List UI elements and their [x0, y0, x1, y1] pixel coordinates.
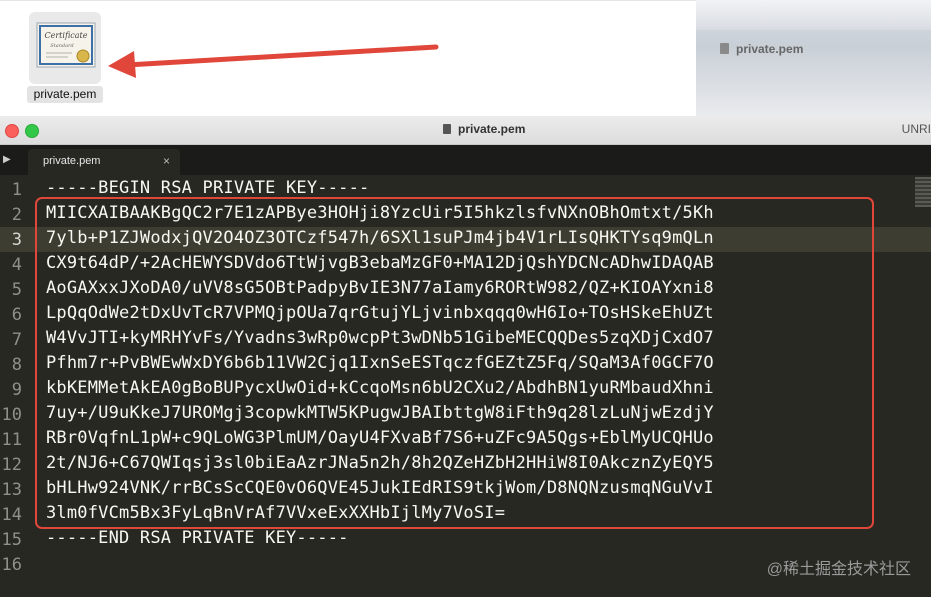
line-number: 14: [1, 505, 22, 525]
line-number: 9: [11, 380, 22, 400]
document-icon: [720, 43, 729, 54]
watermark: @稀土掘金技术社区: [766, 561, 911, 578]
code-line: -----END RSA PRIVATE KEY-----: [46, 528, 349, 548]
tab-bar: ▶ private.pem ×: [0, 145, 931, 175]
finder-window: Certificate Standard private.pem: [0, 0, 696, 117]
status-text: UNRI: [901, 122, 931, 136]
document-icon: [443, 124, 451, 134]
line-number: 13: [1, 480, 22, 500]
line-number: 7: [11, 330, 22, 350]
close-icon[interactable]: ×: [163, 154, 170, 168]
line-number: 12: [1, 455, 22, 475]
close-window-button[interactable]: [5, 124, 19, 138]
pem-file-icon[interactable]: Certificate Standard: [29, 12, 101, 84]
line-number: 6: [11, 305, 22, 325]
zoom-window-button[interactable]: [25, 124, 39, 138]
background-window-toolbar: [696, 0, 931, 30]
line-number: 2: [11, 205, 22, 225]
certificate-icon: Certificate Standard: [36, 22, 96, 68]
background-window: private.pem: [696, 0, 931, 116]
editor-titlebar: private.pem UNRI: [0, 116, 931, 145]
line-number: 16: [1, 555, 22, 575]
line-number: 5: [11, 280, 22, 300]
line-number-gutter: 1 2 3 4 5 6 7 8 9 10 11 12 13 14 15 16: [0, 175, 36, 597]
line-number: 1: [11, 180, 22, 200]
minimap[interactable]: [915, 177, 931, 207]
line-number: 4: [11, 255, 22, 275]
tab-label: private.pem: [43, 155, 101, 167]
svg-text:Standard: Standard: [50, 43, 73, 49]
window-title: private.pem: [458, 122, 526, 136]
line-number: 15: [1, 530, 22, 550]
file-name-label[interactable]: private.pem: [27, 86, 103, 103]
line-number: 3: [11, 230, 22, 250]
line-number: 8: [11, 355, 22, 375]
sidebar-toggle-icon[interactable]: ▶: [3, 154, 11, 165]
code-line: -----BEGIN RSA PRIVATE KEY-----: [46, 178, 370, 198]
svg-text:Certificate: Certificate: [45, 31, 88, 40]
annotation-highlight-box: [35, 197, 874, 529]
annotation-arrow: [108, 44, 439, 78]
line-number: 11: [1, 430, 22, 450]
tab-private-pem[interactable]: private.pem ×: [28, 149, 180, 175]
line-number: 10: [1, 405, 22, 425]
background-window-title: private.pem: [736, 42, 804, 56]
